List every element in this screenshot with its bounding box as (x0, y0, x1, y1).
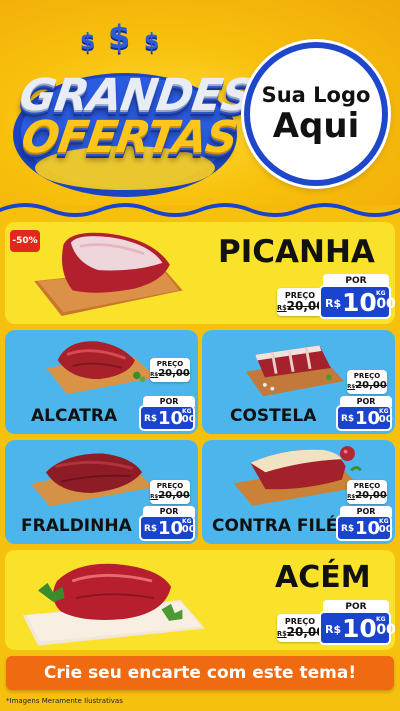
old-price-value: 20,00 (355, 380, 387, 391)
price-currency: R$ (144, 524, 158, 534)
title-ofertas: OFERTAS (18, 112, 241, 163)
product-name: ACÉM (275, 560, 371, 595)
old-price: R$20,00 (347, 490, 387, 503)
header-banner: $ $ $ GRANDES OFERTAS Sua Logo Aqui (0, 0, 400, 205)
preco-label: PREÇO (353, 482, 381, 490)
product-name: FRALDINHA (21, 516, 132, 536)
price-decimal: ,00 (371, 296, 395, 312)
old-price-box: PREÇO R$20,00 (277, 288, 325, 316)
product-name: CONTRA FILÉ (212, 516, 338, 536)
acem-meat-image (22, 563, 206, 646)
product-card-fraldinha[interactable]: FRALDINHA PREÇO R$20,00 POR R$ 10 ,00 KG (5, 440, 198, 544)
new-price-box: R$ 10 ,00 KG (336, 515, 393, 541)
preco-label: PREÇO (156, 360, 184, 368)
price-unit: KG (379, 518, 389, 525)
old-price-box: PREÇO R$20,00 (347, 480, 387, 504)
discount-badge: -50% (10, 230, 40, 252)
preco-label: PREÇO (156, 482, 184, 490)
old-price-box: PREÇO R$20,00 (277, 614, 325, 642)
product-name: ALCATRA (31, 406, 118, 426)
flyer: $ $ $ GRANDES OFERTAS Sua Logo Aqui PICA… (0, 0, 400, 711)
price-currency: R$ (144, 414, 158, 424)
new-price-box: R$ 10 ,00 KG (139, 515, 196, 541)
old-price-currency: R$ (277, 630, 287, 638)
price-unit: KG (182, 518, 192, 525)
price-currency: R$ (325, 297, 342, 310)
product-card-contra-file[interactable]: CONTRA FILÉ PREÇO R$20,00 POR R$ 10 ,00 … (202, 440, 395, 544)
price-decimal: ,00 (375, 524, 393, 535)
wave-divider (0, 203, 400, 220)
old-price-box: PREÇO R$20,00 (150, 480, 190, 504)
old-price-currency: R$ (347, 384, 356, 390)
product-name: PICANHA (218, 234, 375, 270)
old-price: R$20,00 (277, 626, 325, 641)
picanha-meat-image (34, 232, 183, 316)
old-price: R$20,00 (150, 368, 190, 381)
price-decimal: ,00 (178, 524, 196, 535)
logo-text-line2: Aqui (272, 106, 360, 146)
product-name: COSTELA (230, 406, 317, 426)
old-price-box: PREÇO R$20,00 (150, 358, 190, 382)
price-currency: R$ (341, 524, 355, 534)
price-decimal: ,00 (375, 414, 393, 425)
new-price-box: R$ 10 ,00 KG (319, 285, 395, 319)
fraldinha-meat-image (30, 453, 154, 507)
product-card-picanha[interactable]: PICANHA PREÇO R$20,00 POR R$ 10 ,00 KG (5, 222, 395, 324)
old-price-box: PREÇO R$20,00 (347, 370, 387, 394)
costela-meat-image (245, 345, 345, 397)
old-price-currency: R$ (347, 494, 356, 500)
price-unit: KG (182, 408, 192, 415)
price-unit: KG (376, 290, 386, 297)
old-price-value: 20,00 (158, 368, 190, 379)
footer-disclaimer: *Imagens Meramente Ilustrativas (6, 697, 123, 705)
price-unit: KG (376, 616, 386, 623)
product-card-acem[interactable]: ACÉM PREÇO R$20,00 POR R$ 10 ,00 KG (5, 550, 395, 650)
price-decimal: ,00 (371, 622, 395, 638)
old-price-value: 20,00 (158, 490, 190, 501)
old-price-currency: R$ (277, 304, 287, 312)
old-price-currency: R$ (150, 494, 159, 500)
old-price-value: 20,00 (355, 490, 387, 501)
old-price: R$20,00 (277, 300, 325, 315)
product-card-alcatra[interactable]: ALCATRA PREÇO R$20,00 POR R$ 10 ,00 KG (5, 330, 198, 434)
old-price: R$20,00 (150, 490, 190, 503)
price-currency: R$ (341, 414, 355, 424)
product-card-costela[interactable]: COSTELA PREÇO R$20,00 POR R$ 10 ,00 KG (202, 330, 395, 434)
new-price-box: R$ 10 ,00 KG (336, 405, 393, 431)
preco-label: PREÇO (353, 372, 381, 380)
old-price-currency: R$ (150, 372, 159, 378)
new-price-box: R$ 10 ,00 KG (139, 405, 196, 431)
price-currency: R$ (325, 623, 342, 636)
old-price: R$20,00 (347, 380, 387, 393)
logo-placeholder: Sua Logo Aqui (244, 42, 388, 186)
cta-banner[interactable]: Crie seu encarte com este tema! (6, 656, 394, 690)
alcatra-meat-image (46, 341, 157, 395)
price-unit: KG (379, 408, 389, 415)
logo-text-line1: Sua Logo (261, 83, 371, 107)
price-decimal: ,00 (178, 414, 196, 425)
new-price-box: R$ 10 ,00 KG (319, 611, 395, 645)
